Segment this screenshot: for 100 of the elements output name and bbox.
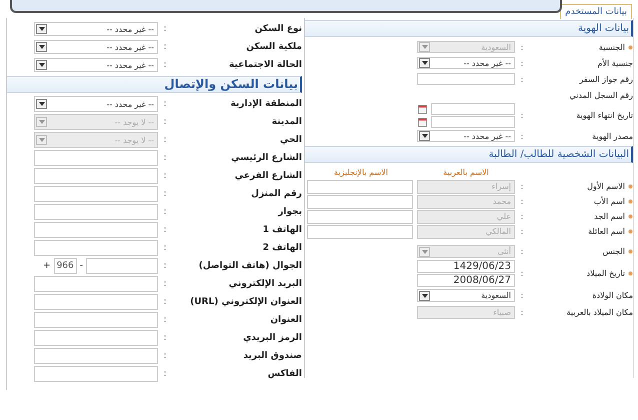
colon-text: : <box>520 269 524 278</box>
input-field[interactable] <box>34 366 158 382</box>
field-label: رقم جواز السفر <box>579 74 633 84</box>
input-field[interactable] <box>34 240 158 256</box>
input-field[interactable] <box>307 180 413 194</box>
colon-text: : <box>162 351 168 361</box>
tab[interactable]: بيانات المستخدم <box>560 4 632 19</box>
input-field[interactable] <box>86 258 158 274</box>
input-field[interactable] <box>34 186 158 202</box>
field-label: مكان الميلاد بالعربية <box>566 308 633 317</box>
dropdown[interactable]: -- غير محدد -- <box>34 22 158 36</box>
field-label: الاسم الأول <box>587 182 625 191</box>
colon-text: : <box>520 74 524 84</box>
colon-text: : <box>520 197 524 206</box>
field-label: اسم الجد <box>594 212 625 221</box>
date-field[interactable]: 2008/06/27 <box>417 274 515 287</box>
input-field[interactable] <box>307 210 413 224</box>
input-field[interactable] <box>34 330 158 346</box>
dropdown-arrow-icon[interactable] <box>419 290 430 300</box>
input-field[interactable] <box>34 312 158 328</box>
field-label: ملكية السكن <box>246 42 302 52</box>
colon-text: : <box>162 60 168 70</box>
colon-text: : <box>162 42 168 52</box>
plus-text: + <box>43 261 51 271</box>
colon-text: : <box>162 297 168 307</box>
field-label: الجنسية <box>598 42 625 52</box>
colon-text: : <box>162 261 168 271</box>
input-field[interactable] <box>417 73 515 85</box>
input-field[interactable] <box>34 294 158 310</box>
dash-text: - <box>80 261 83 271</box>
colon-text: : <box>162 225 168 235</box>
colon-text: : <box>520 212 524 221</box>
date-field[interactable] <box>431 103 515 115</box>
colon-text: : <box>520 182 524 191</box>
dropdown[interactable]: السعودية <box>417 289 515 302</box>
dropdown-arrow-icon[interactable] <box>36 24 47 34</box>
field-label: الهاتف 2 <box>262 243 302 253</box>
field-label: مصدر الهوية <box>592 132 633 140</box>
colon-text: : <box>520 58 524 68</box>
colon-text: : <box>162 369 168 379</box>
field-label: العنوان الإلكتروني (URL) <box>190 297 302 307</box>
input-field[interactable] <box>34 204 158 220</box>
dropdown-arrow-icon[interactable] <box>419 131 430 141</box>
colon-text: : <box>520 291 524 300</box>
dropdown-arrow-icon[interactable] <box>36 99 47 109</box>
field-label: مكان الولادة <box>592 291 633 300</box>
dropdown[interactable]: -- غير محدد -- <box>34 40 158 54</box>
dropdown-arrow-icon[interactable] <box>36 60 47 70</box>
section-header: بيانات السكن والإتصال <box>7 76 302 93</box>
input-field[interactable] <box>34 222 158 238</box>
field-label: الحالة الاجتماعية <box>229 60 302 70</box>
input-field[interactable] <box>34 150 158 166</box>
colon-text: : <box>162 279 168 289</box>
field-label: الشارع الفرعي <box>234 171 302 181</box>
section-header: البيانات الشخصية للطالب/ الطالبة <box>305 146 633 163</box>
colon-text: : <box>162 171 168 181</box>
field-label: المدينة <box>272 117 302 127</box>
field-label: اسم العائلة <box>588 227 625 236</box>
column-header: الاسم بالإنجليزية <box>333 168 389 176</box>
dropdown-arrow-icon[interactable] <box>419 58 430 68</box>
input-field[interactable] <box>34 276 158 292</box>
colon-text: : <box>162 333 168 343</box>
field-label: بجوار <box>278 207 302 217</box>
colon-text: : <box>162 189 168 199</box>
date-field[interactable] <box>431 116 515 128</box>
colon-text: : <box>162 117 168 127</box>
colon-text: : <box>162 153 168 163</box>
dropdown[interactable]: -- غير محدد -- <box>417 57 515 69</box>
input-field[interactable] <box>34 348 158 364</box>
dropdown[interactable]: -- غير محدد -- <box>34 58 158 72</box>
field-label: الجوال (هاتف التواصل) <box>198 261 302 271</box>
field-label: جنسية الأم <box>598 58 633 68</box>
dropdown-arrow-icon[interactable] <box>36 42 47 52</box>
input-field[interactable] <box>34 168 158 184</box>
colon-text: : <box>162 315 168 325</box>
input-field[interactable] <box>307 194 413 208</box>
input-field[interactable] <box>307 224 413 238</box>
section-header: بيانات الهوية <box>305 20 633 37</box>
colon-text: : <box>520 42 524 52</box>
field-label: الرمز البريدي <box>243 333 302 343</box>
field-label: رقم المنزل <box>251 189 302 199</box>
calendar-icon[interactable] <box>418 104 427 114</box>
calendar-icon[interactable] <box>418 118 427 126</box>
country-code: 966 <box>54 258 77 274</box>
field-label: نوع السكن <box>254 24 302 34</box>
field-label: البريد الإلكتروني <box>228 279 302 289</box>
field-label: الهاتف 1 <box>262 225 302 235</box>
field-label: المنطقة الإدارية <box>230 99 302 109</box>
field-label: تاريخ انتهاء الهوية <box>576 111 633 120</box>
dropdown[interactable]: -- غير محدد -- <box>34 96 158 112</box>
dropdown[interactable]: -- غير محدد -- <box>417 130 515 142</box>
colon-text: : <box>520 111 524 120</box>
colon-text: : <box>162 24 168 34</box>
date-field[interactable]: 1429/06/23 <box>417 260 515 273</box>
field-label: الشارع الرئيسي <box>231 153 302 163</box>
colon-text: : <box>162 207 168 217</box>
field-label: العنوان <box>270 315 302 325</box>
field-label: اسم الأب <box>594 197 625 206</box>
field-label: رقم السجل المدني <box>570 90 633 100</box>
colon-text: : <box>162 99 168 109</box>
